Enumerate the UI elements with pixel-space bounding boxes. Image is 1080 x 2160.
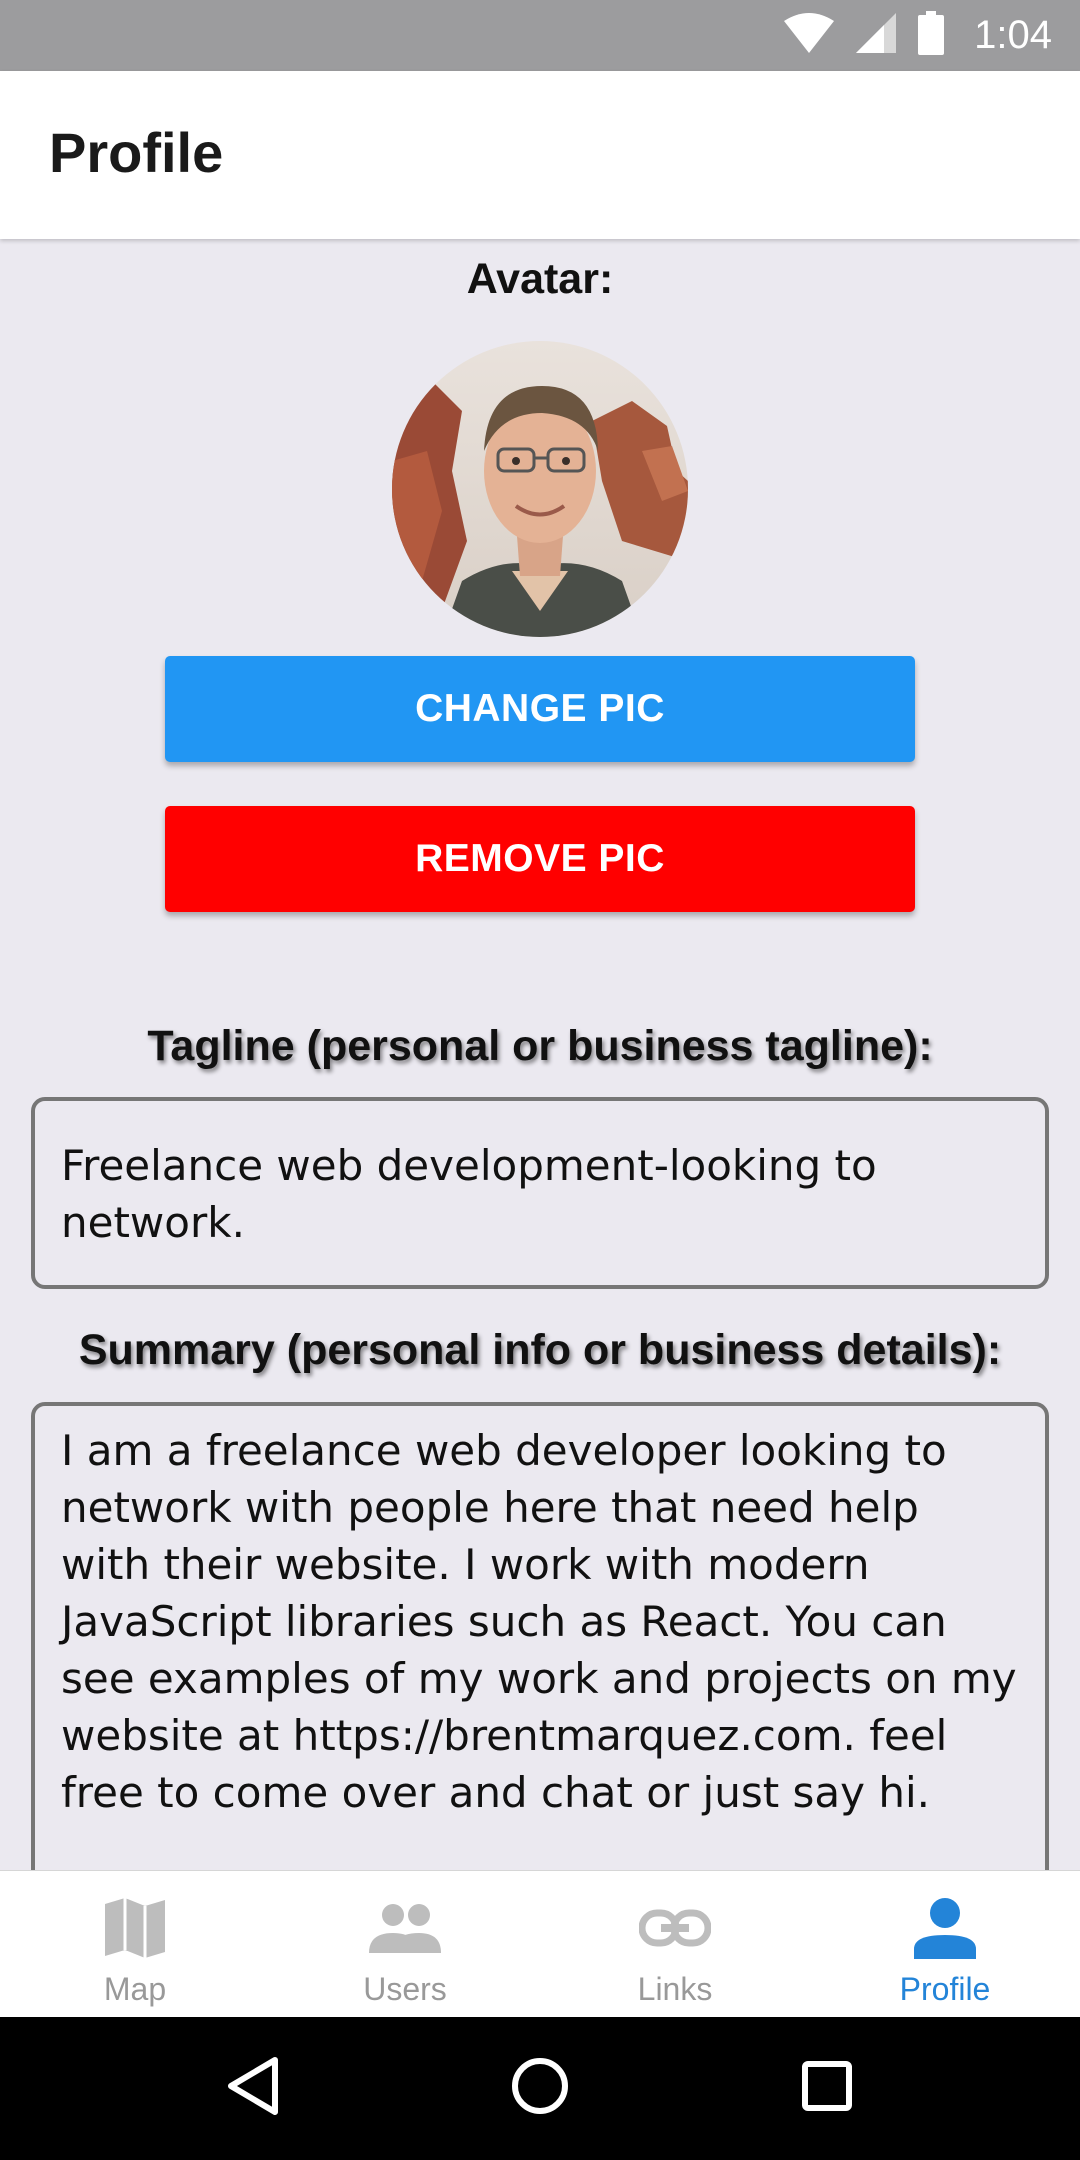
status-time: 1:04 bbox=[974, 13, 1052, 57]
recents-icon bbox=[801, 2060, 853, 2117]
bottom-tab-bar: Map Users Links Profile bbox=[0, 1870, 1080, 2017]
profile-screen: 1:04 Profile Avatar: CHANGE PIC REMOVE P… bbox=[0, 0, 1080, 2160]
system-nav-bar bbox=[0, 2016, 1080, 2160]
home-button[interactable] bbox=[495, 2043, 585, 2133]
summary-field[interactable]: I am a freelance web developer looking t… bbox=[31, 1402, 1049, 1870]
page-title: Profile bbox=[49, 121, 224, 184]
recents-button[interactable] bbox=[782, 2043, 872, 2133]
tagline-label: Tagline (personal or business tagline): bbox=[147, 1022, 933, 1070]
change-pic-button[interactable]: CHANGE PIC bbox=[165, 656, 915, 762]
back-button[interactable] bbox=[208, 2043, 298, 2133]
tab-map[interactable]: Map bbox=[0, 1871, 270, 2017]
tab-label-users: Users bbox=[363, 1971, 447, 2007]
tab-label-map: Map bbox=[103, 1971, 167, 2007]
back-icon bbox=[225, 2056, 281, 2121]
tab-profile[interactable]: Profile bbox=[810, 1871, 1080, 2017]
users-icon bbox=[365, 1893, 445, 1963]
remove-pic-button[interactable]: REMOVE PIC bbox=[165, 806, 915, 912]
app-header: Profile bbox=[0, 71, 1080, 239]
link-icon bbox=[635, 1893, 715, 1963]
avatar-label: Avatar: bbox=[466, 255, 614, 303]
wifi-icon bbox=[784, 13, 835, 58]
battery-icon bbox=[918, 11, 945, 60]
person-icon bbox=[905, 1893, 985, 1963]
tab-links[interactable]: Links bbox=[540, 1871, 810, 2017]
cell-signal-icon bbox=[856, 13, 897, 58]
tab-users[interactable]: Users bbox=[270, 1871, 540, 2017]
status-bar: 1:04 bbox=[0, 0, 1080, 71]
tagline-field[interactable]: Freelance web development-looking to net… bbox=[31, 1097, 1049, 1289]
tab-label-profile: Profile bbox=[899, 1971, 991, 2007]
avatar-image bbox=[392, 341, 688, 637]
profile-content[interactable]: Avatar: CHANGE PIC REMOVE PIC Tagline (p… bbox=[0, 239, 1080, 1870]
map-icon bbox=[95, 1893, 175, 1963]
tab-label-links: Links bbox=[637, 1971, 713, 2007]
avatar bbox=[392, 341, 688, 637]
home-icon bbox=[510, 2056, 570, 2121]
summary-label: Summary (personal info or business detai… bbox=[78, 1326, 1002, 1374]
status-icons: 1:04 bbox=[784, 0, 1052, 71]
